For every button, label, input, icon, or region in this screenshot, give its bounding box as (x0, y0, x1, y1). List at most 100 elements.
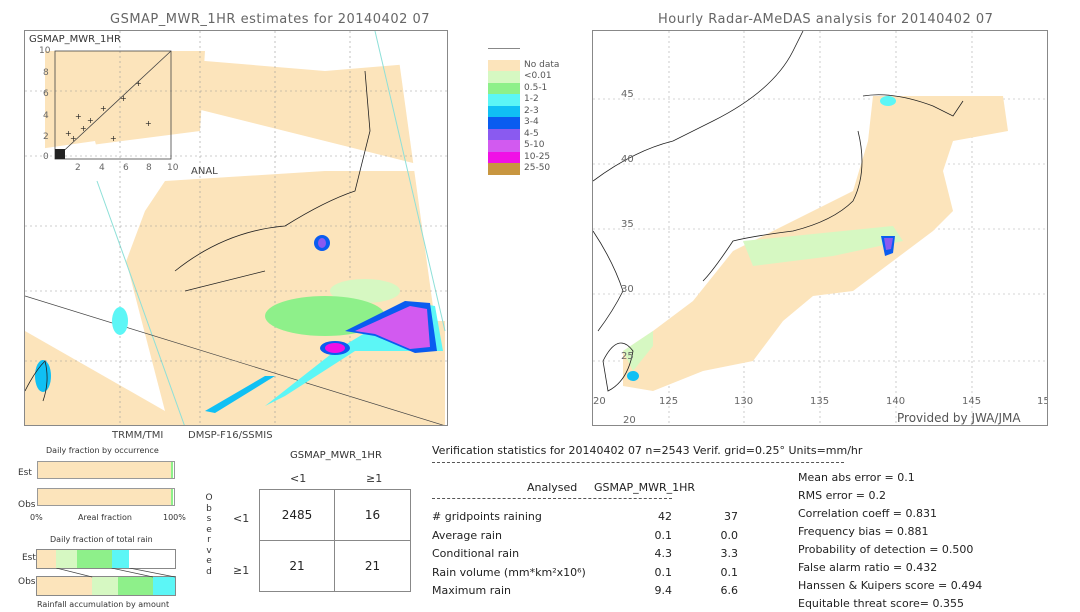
total-rain-connectors (56, 568, 176, 578)
lon-tick: 145 (962, 396, 982, 407)
legend-swatch (488, 94, 520, 106)
verification-row: Rain volume (mm*km²x10⁶) 0.1 0.1 (432, 566, 772, 579)
lon-tick: 20 (593, 396, 606, 407)
color-legend: No data <0.01 0.5-1 1-2 2-3 3-4 4-5 5-10 10-25 25… (488, 48, 559, 183)
left-map-title: GSMAP_MWR_1HR estimates for 20140402 07 (110, 12, 431, 27)
divider (432, 498, 672, 499)
lat-tick: 35 (621, 219, 634, 230)
inset-ytick: 4 (43, 111, 49, 121)
total-rain-title: Daily fraction of total rain (50, 535, 153, 544)
total-rain-connector (56, 568, 93, 578)
svg-text:+: + (80, 124, 87, 133)
row-est: 6.6 (720, 584, 739, 597)
row-analysed: 4.3 (654, 547, 673, 560)
inset-ytick: 6 (43, 89, 49, 99)
lon-tick: 125 (659, 396, 679, 407)
occurrence-fill-est (38, 462, 174, 478)
legend-label: 10-25 (524, 151, 551, 162)
inset-xtick: 4 (99, 163, 105, 173)
right-map-canvas (593, 31, 1047, 425)
legend-swatch (488, 128, 520, 141)
left-map-canvas: ++ ++ ++ ++ ++ (25, 31, 447, 425)
row-label: Average rain (432, 528, 502, 542)
svg-text:+: + (100, 104, 107, 113)
lat-tick: 30 (621, 284, 634, 295)
total-rain-segment (37, 577, 93, 595)
score-line: Equitable threat score= 0.355 (798, 597, 964, 610)
contingency-cell: 2485 (259, 489, 335, 541)
legend-swatch (488, 117, 520, 129)
legend-label: 2-3 (524, 105, 539, 116)
inset-xtick: 10 (167, 163, 179, 173)
observed-letter: s (206, 514, 212, 524)
svg-text:+: + (145, 119, 152, 128)
inset-ytick: 2 (43, 132, 49, 142)
row-est: 37 (724, 510, 738, 523)
legend-label: 4-5 (524, 128, 539, 139)
row-analysed: 9.4 (654, 584, 673, 597)
occurrence-title: Daily fraction by occurrence (46, 446, 159, 455)
left-map-panel: + + + + + + + + + + GSMAP_MWR_1HR 10 8 6 4 2 … (24, 30, 448, 426)
occurrence-bar-obs (37, 488, 175, 506)
right-map-panel: 45 40 35 30 25 20 20 125 130 135 140 145… (592, 30, 1048, 426)
observed-letter: d (206, 566, 212, 577)
total-rain-segment (118, 577, 153, 595)
lon-tick: 130 (734, 396, 754, 407)
right-map-title: Hourly Radar-AMeDAS analysis for 2014040… (658, 12, 994, 27)
total-rain-footer: Rainfall accumulation by amount (37, 600, 170, 609)
legend-swatch (488, 105, 520, 118)
observed-letter: b (206, 503, 212, 514)
total-rain-segment (77, 550, 112, 568)
total-rain-bar-est (36, 549, 176, 569)
contingency-row-header: <1 (233, 512, 250, 525)
observed-side-label: Observed (204, 493, 214, 577)
verification-row: Average rain 0.1 0.0 (432, 529, 772, 542)
observed-letter: r (207, 535, 211, 545)
svg-text:+: + (87, 116, 94, 125)
inset-ytick: 10 (39, 46, 51, 56)
lon-tick: 140 (886, 396, 906, 407)
divider (432, 462, 844, 463)
row-analysed: 42 (658, 510, 672, 523)
observed-letter: e (206, 556, 212, 566)
verification-row: Maximum rain 9.4 6.6 (432, 584, 772, 597)
row-est: 0.0 (720, 528, 739, 542)
score-line: Hanssen & Kuipers score = 0.494 (798, 579, 983, 592)
legend-swatch (488, 140, 520, 152)
row-analysed: 0.1 (654, 565, 673, 579)
inset-xtick: 8 (146, 163, 152, 173)
lat-tick: 40 (621, 154, 634, 165)
legend-swatch (488, 151, 520, 164)
col-analysed: Analysed (527, 481, 578, 494)
contingency-col-header: ≥1 (366, 472, 383, 485)
total-rain-segment (92, 577, 119, 595)
anal-label: ANAL (191, 166, 218, 177)
svg-text:+: + (65, 129, 72, 138)
occurrence-row-obs: Obs (18, 500, 36, 510)
svg-text:+: + (135, 79, 142, 88)
verification-row: Conditional rain 4.3 3.3 (432, 547, 772, 560)
inset-xtick: 6 (123, 163, 129, 173)
legend-swatch (488, 163, 520, 175)
legend-label: 1-2 (524, 94, 539, 104)
verification-header: Verification statistics for 20140402 07 … (432, 444, 863, 457)
total-rain-segment (111, 550, 130, 568)
svg-text:+: + (120, 94, 127, 103)
legend-label: <0.01 (524, 71, 552, 81)
legend-swatch (488, 71, 520, 83)
lat-tick: 25 (621, 351, 634, 362)
score-line: Probability of detection = 0.500 (798, 543, 974, 556)
verification-row: # gridpoints raining 42 37 (432, 510, 772, 523)
sensor-label-dmsp: DMSP-F16/SSMIS (188, 430, 273, 441)
score-line: Correlation coeff = 0.831 (798, 507, 937, 520)
occurrence-axis-left: 0% (30, 513, 43, 522)
contingency-title: GSMAP_MWR_1HR (290, 450, 382, 461)
lat-tick: 45 (621, 89, 634, 100)
occurrence-row-est: Est (18, 468, 32, 478)
contingency-cell: 21 (334, 540, 411, 592)
col-est: GSMAP_MWR_1HR (594, 481, 696, 494)
row-label: Rain volume (mm*km²x10⁶) (432, 565, 586, 579)
row-label: Maximum rain (432, 584, 511, 597)
row-est: 0.1 (720, 565, 739, 579)
contingency-row-header: ≥1 (233, 564, 250, 577)
